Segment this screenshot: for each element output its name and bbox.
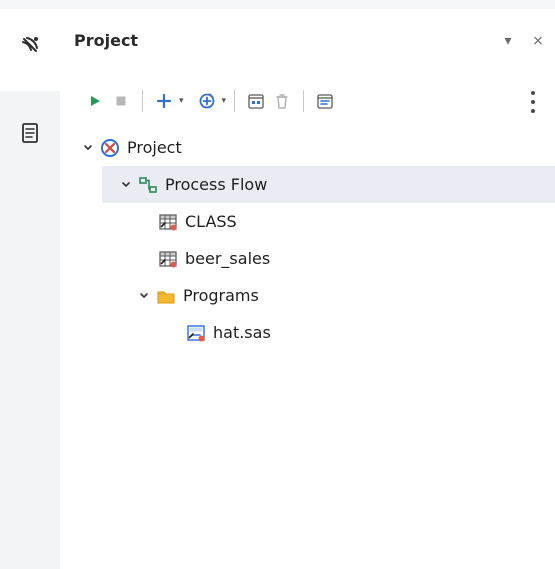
tree-label: Process Flow (165, 175, 268, 194)
delete-icon[interactable] (269, 88, 295, 114)
project-icon (100, 138, 120, 158)
tree-label: hat.sas (213, 323, 271, 342)
tree-row-dataset[interactable]: beer_sales (60, 240, 555, 277)
project-panel: Project ▾ × ▾ ▾ Project Process Flow CLA… (60, 9, 555, 569)
tree-row-dataset[interactable]: CLASS (60, 203, 555, 240)
tree-label: Programs (183, 286, 259, 305)
tree-row-project[interactable]: Project (60, 129, 555, 166)
toolbar-separator (142, 90, 143, 112)
chevron-down-icon[interactable] (82, 142, 94, 154)
more-icon[interactable] (531, 91, 537, 113)
panel-menu-button[interactable]: ▾ (501, 33, 515, 49)
run-icon[interactable] (82, 88, 108, 114)
toolbar: ▾ ▾ (82, 87, 338, 115)
sas-program-icon (186, 323, 206, 343)
table-icon (158, 212, 178, 232)
left-rail (0, 9, 60, 569)
stop-icon[interactable] (108, 88, 134, 114)
add-task-dropdown-caret[interactable]: ▾ (222, 96, 227, 106)
process-flow-icon (138, 175, 158, 195)
add-task-icon[interactable] (194, 88, 220, 114)
chevron-down-icon[interactable] (138, 290, 150, 302)
properties-icon[interactable] (312, 88, 338, 114)
toolbar-separator (234, 90, 236, 112)
panel-close-button[interactable]: × (531, 33, 545, 49)
panel-actions: ▾ × (501, 33, 545, 49)
project-tree: Project Process Flow CLASS beer_sales Pr… (60, 129, 555, 351)
schedule-icon[interactable] (243, 88, 269, 114)
tree-row-programs-folder[interactable]: Programs (60, 277, 555, 314)
toolbar-separator (303, 90, 305, 112)
tree-row-program[interactable]: hat.sas (60, 314, 555, 351)
top-strip (0, 0, 555, 9)
tree-label: Project (127, 138, 182, 157)
add-dropdown-caret[interactable]: ▾ (179, 96, 184, 106)
folder-icon (156, 286, 176, 306)
tree-row-process-flow[interactable]: Process Flow (102, 166, 555, 203)
table-icon (158, 249, 178, 269)
app-frame: Project ▾ × ▾ ▾ Project Process Flow CLA… (0, 0, 555, 569)
document-icon[interactable] (16, 119, 44, 147)
satellite-icon[interactable] (16, 31, 44, 59)
tree-label: CLASS (185, 212, 237, 231)
panel-title: Project (74, 31, 139, 50)
chevron-down-icon[interactable] (120, 179, 132, 191)
add-icon[interactable] (151, 88, 177, 114)
tree-label: beer_sales (185, 249, 271, 268)
